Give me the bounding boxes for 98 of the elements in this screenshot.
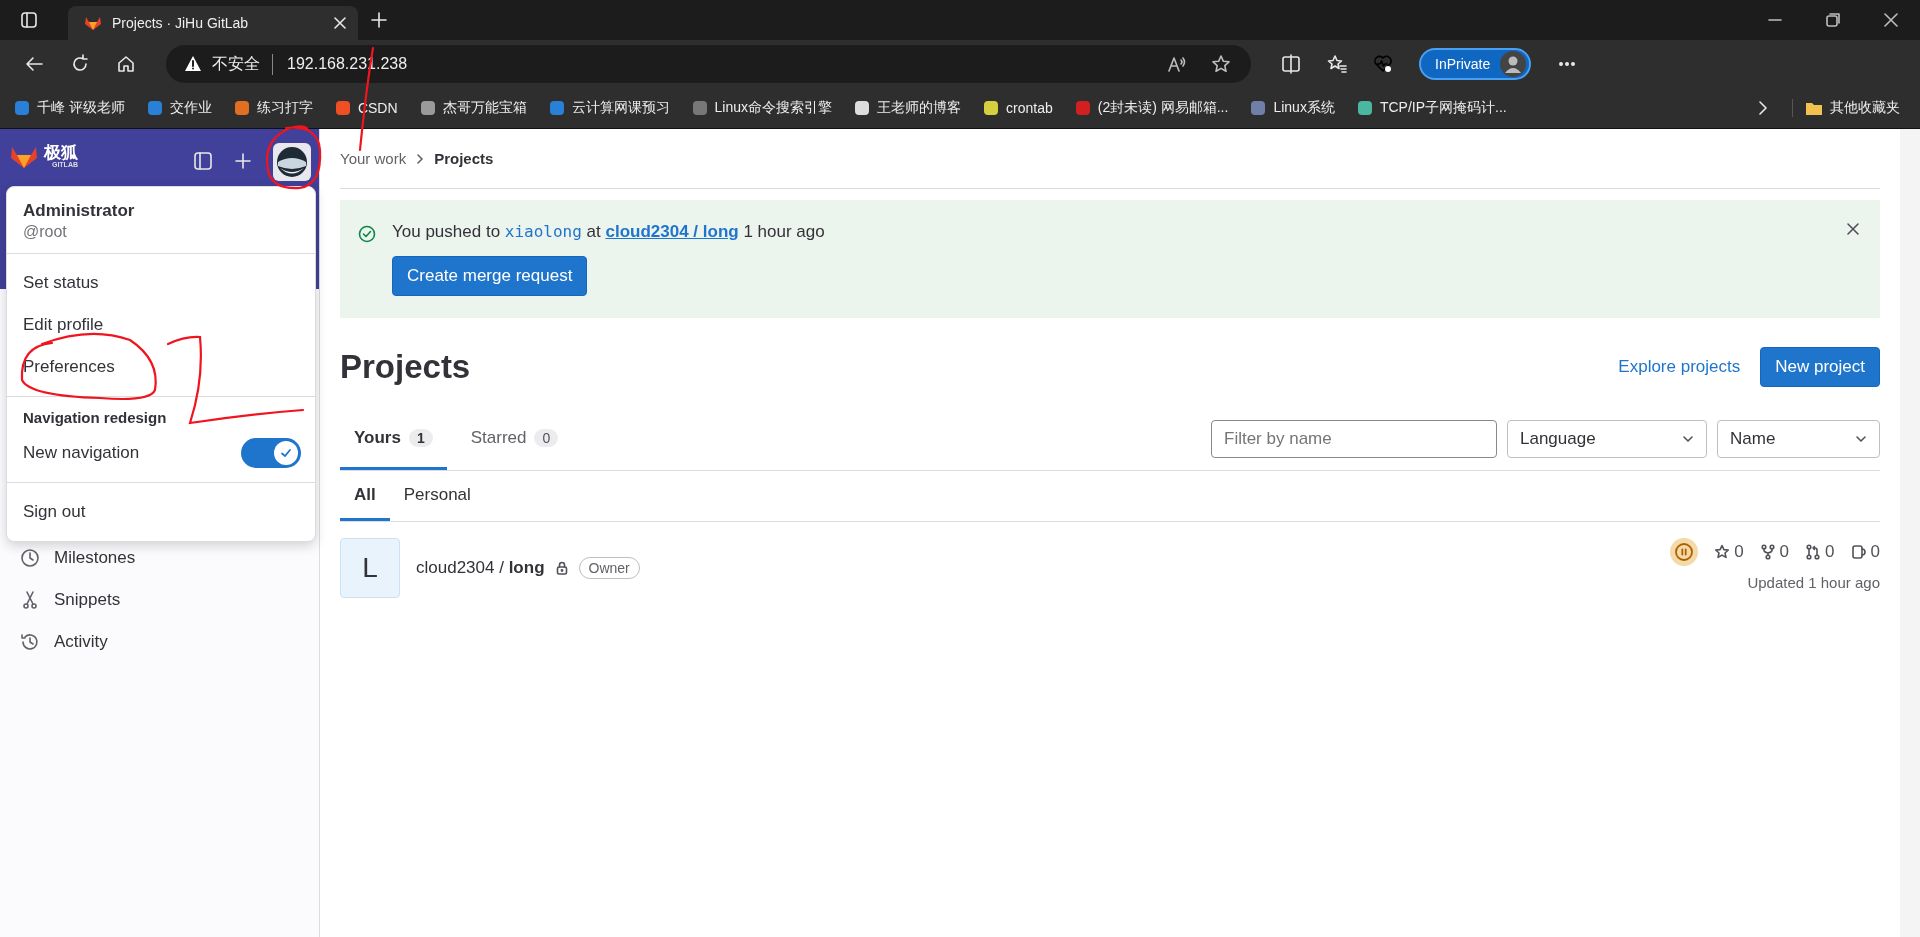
favorites-icon[interactable] — [1327, 54, 1347, 74]
back-icon[interactable] — [24, 54, 44, 74]
bookmark-folder[interactable]: 其他收藏夹 — [1792, 99, 1900, 117]
bookmark[interactable]: 王老师的博客 — [854, 99, 962, 117]
bookmark-icon — [548, 100, 565, 116]
bookmark[interactable]: Linux命令搜索引擎 — [691, 99, 833, 117]
bookmark-icon — [1074, 100, 1091, 116]
bookmark-icon — [854, 100, 871, 116]
section-heading: Navigation redesign — [22, 408, 168, 428]
bookmark-icon — [1250, 100, 1267, 116]
bookmark-icon — [983, 100, 1000, 116]
plus-icon[interactable] — [233, 151, 253, 171]
breadcrumb-link[interactable]: Projects — [434, 150, 494, 167]
bookmark-icon — [233, 100, 250, 116]
username: @root — [23, 223, 68, 241]
bookmark-icon — [691, 100, 708, 116]
bookmark-icon — [1356, 100, 1373, 116]
logo-text: 极狐 — [44, 144, 78, 161]
check-circle-icon — [358, 225, 376, 243]
chevron-down-icon — [1682, 433, 1694, 445]
bookmark[interactable]: 杰哥万能宝箱 — [419, 99, 527, 117]
sidebar-item[interactable]: Snippets — [8, 579, 311, 621]
tab[interactable]: Starred 0 — [456, 408, 573, 470]
refresh-icon[interactable] — [70, 54, 90, 74]
bookmark-icon — [334, 100, 351, 116]
project-name-link[interactable]: cloud2304 / long — [416, 558, 545, 578]
alert-message: You pushed to xiaolong at cloud2304 / long 1 hour ago — [392, 222, 825, 242]
folder-icon — [1805, 100, 1823, 116]
bookmark[interactable]: 云计算网课预习 — [548, 99, 670, 117]
restore-icon[interactable] — [1826, 13, 1840, 27]
star-icon[interactable] — [1211, 54, 1231, 74]
sidebar-item-icon — [20, 548, 40, 568]
sidebar-item[interactable]: Milestones — [8, 537, 311, 579]
security-label: 不安全 — [212, 53, 273, 75]
chevron-right-icon — [416, 153, 425, 164]
menu-item[interactable]: Sign out — [7, 491, 315, 533]
chevron-right-icon[interactable] — [1756, 101, 1770, 115]
read-aloud-icon[interactable] — [1167, 54, 1187, 74]
tab[interactable]: All — [340, 471, 390, 521]
issues-count[interactable]: 0 — [1850, 542, 1880, 562]
avatar-icon — [1500, 51, 1527, 77]
merge-request-icon — [1805, 544, 1822, 560]
bookmark-icon — [146, 100, 163, 116]
home-icon[interactable] — [116, 54, 136, 74]
menu-item[interactable]: Edit profile — [7, 304, 315, 346]
bookmark-icon — [419, 100, 436, 116]
browser-tab[interactable]: Projects · JiHu GitLab — [68, 6, 358, 40]
toggle-switch[interactable] — [241, 438, 301, 468]
count-badge: 0 — [534, 428, 559, 447]
sort-dropdown[interactable]: Name — [1717, 420, 1880, 458]
star-icon — [1714, 544, 1731, 560]
pause-icon[interactable] — [1670, 538, 1699, 566]
bookmark[interactable]: TCP/IP子网掩码计... — [1356, 99, 1507, 117]
explore-projects-link[interactable]: Explore projects — [1618, 357, 1741, 377]
tab-actions-icon[interactable] — [20, 11, 38, 29]
bookmark[interactable]: 千峰 评级老师 — [14, 99, 125, 117]
bookmark[interactable]: 交作业 — [146, 99, 212, 117]
menu-item[interactable]: Preferences — [7, 346, 315, 388]
bookmark[interactable]: crontab — [983, 100, 1053, 116]
sidebar-toggle-icon[interactable] — [193, 151, 213, 171]
sort-dropdown[interactable]: Language — [1507, 420, 1707, 458]
split-screen-icon[interactable] — [1281, 54, 1301, 74]
chevron-down-icon — [1855, 433, 1867, 445]
breadcrumb-link[interactable]: Your work — [340, 150, 407, 167]
check-icon — [280, 447, 292, 459]
forks-count[interactable]: 0 — [1759, 542, 1790, 562]
tab-title: Projects · JiHu GitLab — [112, 15, 250, 31]
fork-icon — [1759, 544, 1776, 560]
bookmark[interactable]: 练习打字 — [233, 99, 313, 117]
sidebar-item[interactable]: Activity — [8, 621, 311, 663]
sidebar-item-icon — [20, 632, 40, 652]
bookmark-icon — [14, 100, 30, 116]
tab[interactable]: Yours 1 — [340, 408, 447, 470]
create-merge-request-button[interactable]: Create merge request — [392, 256, 588, 296]
bookmark[interactable]: Linux系统 — [1250, 99, 1335, 117]
project-link[interactable]: cloud2304 / long — [605, 222, 739, 241]
tab[interactable]: Personal — [389, 471, 485, 521]
toggle-label: New navigation — [23, 443, 140, 463]
bookmark[interactable]: (2封未读) 网易邮箱... — [1074, 99, 1229, 117]
warning-icon — [184, 55, 202, 73]
issue-icon — [1850, 544, 1867, 560]
menu-item[interactable]: Set status — [7, 262, 315, 304]
close-icon[interactable] — [1846, 222, 1860, 236]
filter-field[interactable]: Filter by name — [1211, 420, 1497, 458]
user-name: Administrator — [23, 201, 136, 221]
page-title: Projects — [340, 348, 471, 386]
stars-count[interactable]: 0 — [1714, 542, 1744, 562]
new-project-button[interactable]: New project — [1760, 347, 1880, 387]
updated-time: Updated 1 hour ago — [1747, 574, 1880, 591]
project-avatar: L — [340, 538, 400, 598]
profile-button[interactable]: InPrivate — [1419, 48, 1532, 80]
new-tab-icon[interactable] — [370, 11, 388, 29]
close-icon[interactable] — [1884, 13, 1898, 27]
health-icon[interactable] — [1373, 54, 1393, 74]
count-badge: 1 — [408, 428, 433, 447]
user-avatar[interactable] — [273, 143, 311, 181]
scrollbar[interactable] — [1900, 129, 1920, 937]
sidebar-item-icon — [20, 590, 40, 610]
